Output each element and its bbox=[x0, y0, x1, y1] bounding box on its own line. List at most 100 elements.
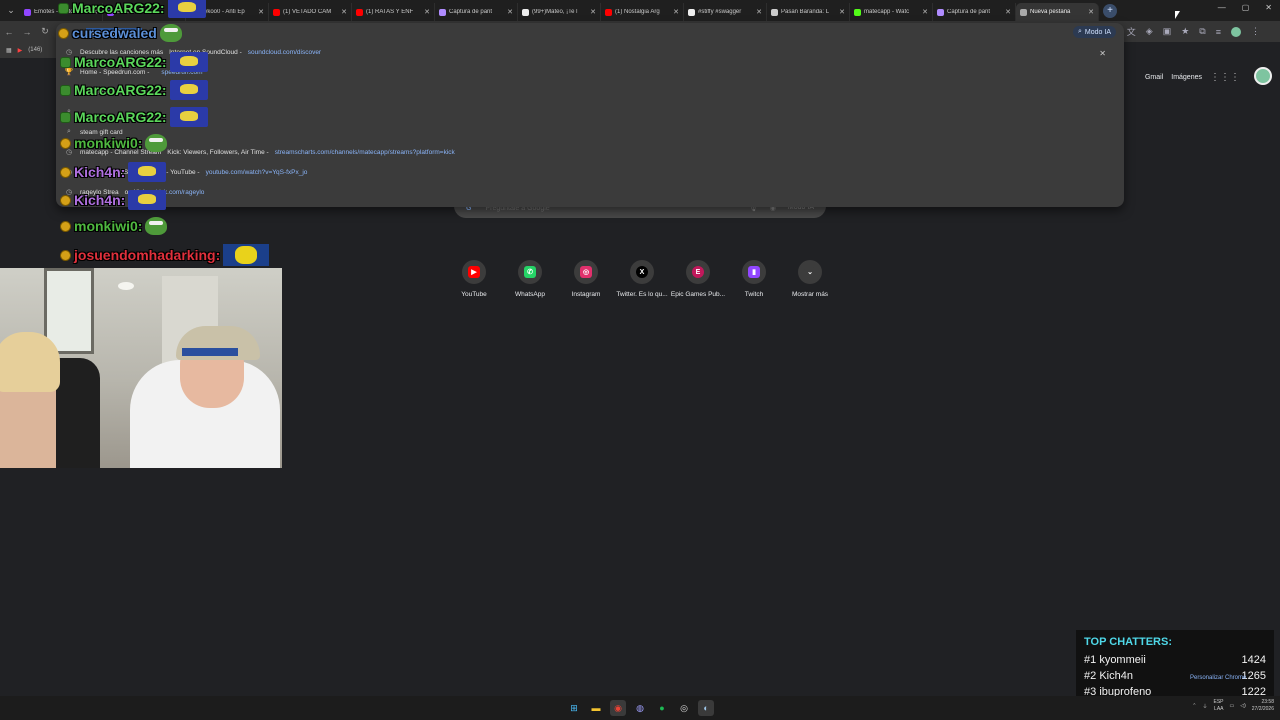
apps-grid-icon[interactable]: ▦ bbox=[6, 47, 12, 54]
discord-icon[interactable]: ◍ bbox=[632, 700, 648, 716]
shortcut-tile[interactable]: ▮ Twitch bbox=[726, 260, 782, 298]
window-controls: — ▢ ✕ bbox=[1218, 3, 1272, 12]
close-window-icon[interactable]: ✕ bbox=[1265, 3, 1272, 12]
clock[interactable]: 23:58 27/2/2026 bbox=[1252, 699, 1274, 713]
maximize-icon[interactable]: ▢ bbox=[1242, 3, 1250, 12]
emote-emote-icon bbox=[167, 0, 206, 18]
suggestion-item[interactable]: ◷Descubre las canciones másInternet en S… bbox=[64, 45, 1104, 59]
shortcut-tile[interactable]: X Twitter. Es lo qu... bbox=[614, 260, 670, 298]
spotify-icon[interactable]: ● bbox=[654, 700, 670, 716]
tab-close-icon[interactable]: ✕ bbox=[1005, 8, 1011, 16]
tab[interactable]: Nueva pestaña ✕ bbox=[1016, 3, 1099, 21]
windows-start-icon[interactable]: ⊞ bbox=[566, 700, 582, 716]
omnibox-ai-mode-button[interactable]: ⌕ Modo IA bbox=[1073, 26, 1116, 38]
tray-chevron-icon[interactable]: ⌃ bbox=[1192, 703, 1196, 709]
tab[interactable]: (1) VETADO CAM ✕ bbox=[269, 3, 352, 21]
suggestion-item[interactable]: ⌕ bbox=[64, 105, 1104, 119]
tab-close-icon[interactable]: ✕ bbox=[673, 8, 679, 16]
bookmarks-bar: ▦ ▶ (146) bbox=[0, 42, 56, 58]
mouse-cursor bbox=[1175, 11, 1180, 19]
shortcut-tile[interactable]: E Epic Games Pub... bbox=[670, 260, 726, 298]
extension-icon[interactable]: ◈ bbox=[1146, 26, 1153, 37]
screenshot-icon[interactable]: ▣ bbox=[1163, 26, 1172, 37]
tab-close-icon[interactable]: ✕ bbox=[424, 8, 430, 16]
suggestion-item[interactable]: ◷rageylo Streaon Kick -kick.com/rageylo bbox=[64, 185, 1104, 199]
google-account-avatar[interactable] bbox=[1254, 67, 1272, 85]
tab[interactable]: #stiffy #swagger ✕ bbox=[684, 3, 767, 21]
tab-close-icon[interactable]: ✕ bbox=[922, 8, 928, 16]
customize-chrome-link[interactable]: Personalizar Chrome bbox=[1190, 675, 1246, 681]
tab[interactable]: Pasan Baranda: L ✕ bbox=[767, 3, 850, 21]
suggestion-item[interactable]: ◷for Minecraft Speedrunning - YouTube -y… bbox=[64, 165, 1104, 179]
chat-username: MarcoARG22: bbox=[74, 54, 167, 70]
bookmark-youtube[interactable]: ▶ bbox=[18, 47, 23, 54]
volume-icon[interactable]: ◁) bbox=[1240, 703, 1246, 709]
webcam-person-right-headband bbox=[182, 348, 238, 356]
puzzle-icon[interactable]: ⧉ bbox=[1199, 26, 1205, 37]
suggestion-item[interactable]: ◷ matecapp - Channel Stream Kick: Viewers,… bbox=[64, 145, 1104, 159]
tab-close-icon[interactable]: ✕ bbox=[258, 8, 264, 16]
shortcut-tile[interactable]: ✆ WhatsApp bbox=[502, 260, 558, 298]
chat-message: Kich4n: bbox=[60, 190, 167, 210]
suggestion-url: streamscharts.com/channels/matecapp/stre… bbox=[274, 148, 455, 156]
chat-message: MarcoARG22: bbox=[60, 107, 208, 127]
minimize-icon[interactable]: — bbox=[1218, 3, 1226, 12]
tab-close-icon[interactable]: ✕ bbox=[1088, 8, 1094, 16]
tab-close-icon[interactable]: ✕ bbox=[590, 8, 596, 16]
suggestion-item[interactable]: 🏆 Home - Speedrun.com - speedrun.com bbox=[64, 65, 1104, 79]
network-icon[interactable]: ▭ bbox=[1230, 703, 1235, 709]
shortcut-tile[interactable]: ▶ YouTube bbox=[446, 260, 502, 298]
tab[interactable]: Captura de pant ✕ bbox=[933, 3, 1016, 21]
tab-favicon-icon bbox=[356, 8, 363, 16]
language-indicator[interactable]: ESP LAA bbox=[1213, 699, 1223, 713]
tab-search-icon[interactable]: ⌄ bbox=[2, 2, 20, 20]
tab[interactable]: matecapp - Watc ✕ bbox=[850, 3, 933, 21]
tab-close-icon[interactable]: ✕ bbox=[341, 8, 347, 16]
suggestion-item[interactable]: ⌕speedrun bbox=[64, 85, 1104, 99]
steam-icon[interactable]: ◐ bbox=[698, 700, 714, 716]
usb-icon: ⏚ bbox=[1202, 703, 1208, 710]
webcam-person-left-hair bbox=[0, 332, 60, 392]
clock-time: 23:58 bbox=[1261, 699, 1274, 705]
shortcut-tile[interactable]: ◎ Instagram bbox=[558, 260, 614, 298]
tab-close-icon[interactable]: ✕ bbox=[507, 8, 513, 16]
tab-close-icon[interactable]: ✕ bbox=[839, 8, 845, 16]
new-tab-button[interactable]: + bbox=[1103, 3, 1117, 18]
tab[interactable]: (99+)Mateo, ¡Te l ✕ bbox=[518, 3, 601, 21]
obs-icon[interactable]: ◎ bbox=[676, 700, 692, 716]
tab-close-icon[interactable]: ✕ bbox=[756, 8, 762, 16]
chat-message: MarcoARG22: bbox=[60, 52, 208, 72]
menu-lines-icon[interactable]: ≡ bbox=[1216, 27, 1221, 37]
chat-badge-icon bbox=[60, 84, 71, 96]
chat-message: Kich4n: bbox=[60, 162, 167, 182]
tab[interactable]: Captura de pant ✕ bbox=[435, 3, 518, 21]
shortcut-tile[interactable]: ⌄ Mostrar más bbox=[782, 260, 838, 298]
tab-favicon-icon bbox=[522, 8, 529, 16]
shortcut-icon: ▶ bbox=[468, 266, 480, 278]
tab[interactable]: (1) RATAS Y ENF ✕ bbox=[352, 3, 435, 21]
tab-favicon-icon bbox=[771, 8, 778, 16]
google-apps-icon[interactable]: ⋮⋮⋮ bbox=[1210, 72, 1240, 83]
back-icon[interactable]: ← bbox=[0, 27, 18, 37]
images-link[interactable]: Imágenes bbox=[1171, 74, 1202, 81]
tab-favicon-icon bbox=[688, 8, 695, 16]
taskbar: ⊞ ▬ ◉ ◍ ● ◎ ◐ bbox=[0, 696, 1280, 720]
reload-icon[interactable]: ↻ bbox=[36, 26, 54, 37]
chat-badge-icon bbox=[60, 166, 71, 178]
translate-icon[interactable]: 文 bbox=[1127, 25, 1136, 38]
tab-label: (1) Nostalgia Arg bbox=[615, 9, 660, 15]
gmail-link[interactable]: Gmail bbox=[1145, 74, 1163, 81]
star-icon[interactable]: ★ bbox=[1181, 26, 1189, 37]
shortcut-icon: ◎ bbox=[580, 266, 592, 278]
chat-username: monkiwi0: bbox=[74, 218, 143, 234]
kebab-menu-icon[interactable]: ⋮ bbox=[1251, 26, 1260, 37]
tab[interactable]: (1) Nostalgia Arg ✕ bbox=[601, 3, 684, 21]
shortcut-circle: E bbox=[686, 260, 710, 284]
suggestion-item[interactable]: ⌕ steam gift card bbox=[64, 125, 1104, 139]
forward-icon[interactable]: → bbox=[18, 27, 36, 37]
file-explorer-icon[interactable]: ▬ bbox=[588, 700, 604, 716]
chrome-icon[interactable]: ◉ bbox=[610, 700, 626, 716]
tab-favicon-icon bbox=[273, 8, 280, 16]
profile-avatar[interactable] bbox=[1231, 26, 1241, 37]
shortcut-label: Twitter. Es lo qu... bbox=[616, 291, 668, 298]
